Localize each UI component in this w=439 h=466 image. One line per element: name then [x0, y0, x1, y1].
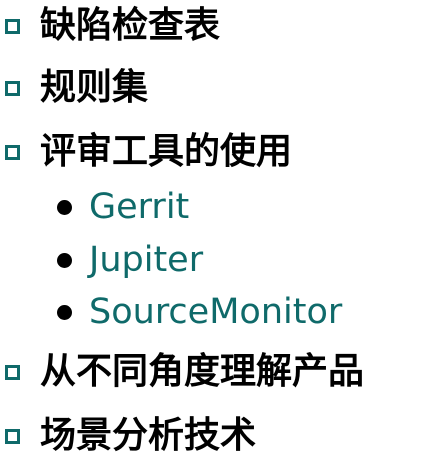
- sub-list-item-label: Jupiter: [89, 239, 204, 280]
- square-bullet-icon: [5, 144, 20, 160]
- sub-list-item-label: Gerrit: [89, 186, 190, 227]
- list-item: 缺陷检查表: [0, 4, 220, 48]
- square-bullet-icon: [5, 80, 20, 96]
- list-item-label: 缺陷检查表: [40, 5, 221, 46]
- list-item-label: 场景分析技术: [40, 415, 257, 456]
- sub-list-item: SourceMonitor: [0, 292, 342, 332]
- list-item: 评审工具的使用: [0, 130, 292, 174]
- list-item: 场景分析技术: [0, 414, 256, 458]
- list-item-label: 从不同角度理解产品: [40, 351, 365, 392]
- dot-bullet-icon: [57, 199, 72, 215]
- sub-list-item: Jupiter: [0, 240, 203, 280]
- square-bullet-icon: [5, 364, 20, 380]
- list-item-label: 评审工具的使用: [40, 131, 293, 172]
- sub-list-item: Gerrit: [0, 187, 189, 227]
- list-item-label: 规则集: [40, 67, 149, 108]
- dot-bullet-icon: [57, 304, 72, 320]
- square-bullet-icon: [5, 428, 20, 444]
- list-item: 规则集: [0, 66, 148, 110]
- square-bullet-icon: [5, 18, 20, 34]
- dot-bullet-icon: [57, 252, 72, 268]
- sub-list-item-label: SourceMonitor: [89, 291, 343, 332]
- list-item: 从不同角度理解产品: [0, 350, 364, 394]
